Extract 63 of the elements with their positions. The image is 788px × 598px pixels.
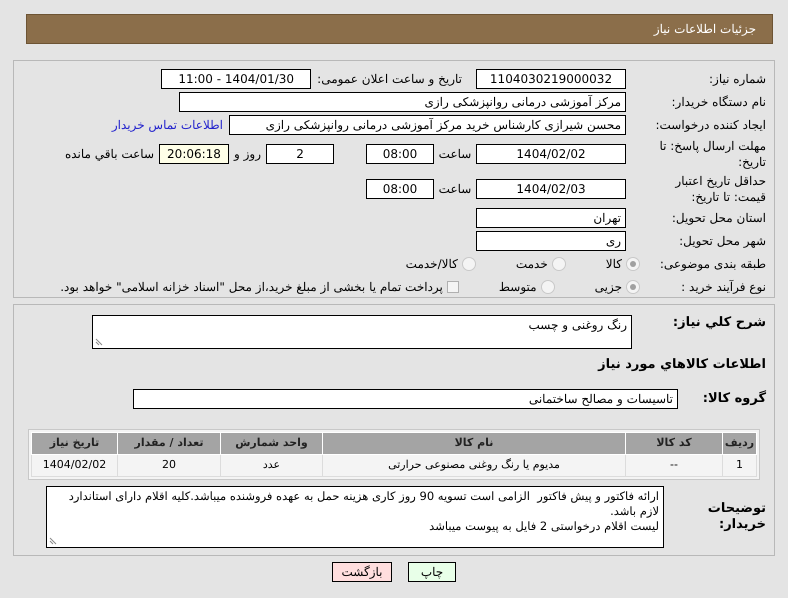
text-field[interactable]: 20:06:18 (159, 144, 229, 164)
text-field[interactable]: 1404/02/03 (476, 179, 626, 199)
text-field[interactable]: تهران (476, 208, 626, 228)
text-field[interactable]: 1104030219000032 (476, 69, 626, 89)
field-label: شرح کلي نیاز: (672, 315, 767, 331)
field-label: تاریخ و ساعت اعلان عمومی: (316, 71, 463, 87)
contact-link[interactable]: اطلاعات تماس خریدار (112, 116, 223, 134)
column-header: ردیف (722, 432, 756, 454)
field-label: شماره نیاز: (708, 71, 767, 87)
text-field[interactable]: ری (476, 231, 626, 251)
table-cell: عدد (220, 454, 322, 476)
text-field[interactable]: مرکز آموزشی درمانی روانپزشکی رازی (179, 92, 626, 112)
radio-button[interactable] (626, 257, 640, 271)
field-label: شهر محل تحویل: (678, 233, 767, 249)
back-button[interactable]: بازگشت (332, 562, 392, 582)
radio-button[interactable] (540, 280, 555, 294)
field-label: مهلت ارسال پاسخ: تا تاریخ: (658, 138, 767, 170)
text-field[interactable]: 2 (266, 144, 334, 164)
radio-label: متوسط (498, 279, 537, 296)
column-header: واحد شمارش (220, 432, 322, 454)
text-field[interactable]: 1404/01/30 - 11:00 (161, 69, 312, 89)
table-cell: -- (626, 454, 722, 476)
section-heading: اطلاعات کالاهاي مورد نیاز (596, 356, 767, 374)
text-field[interactable]: 1404/02/02 (476, 144, 626, 164)
text-field[interactable]: محسن شیرازی کارشناس خرید مرکز آموزشی درمانی روانپزشکی رازی (229, 115, 626, 135)
description-field[interactable]: رنگ روغنی و چسب (92, 315, 632, 349)
time-label: ساعت (438, 146, 472, 163)
time-label: ساعت (438, 181, 472, 198)
field-label: توضیحات خریدار: (706, 500, 767, 532)
notes-field[interactable]: ارائه فاکتور و پیش فاکتور الزامی است تسویه 90 روز کاری هزینه حمل به عهده فروشنده میباشد.کلیه اقلام دارای استاندارد لازم باشد. لیست اقلام درخواستی 2 فایل به پیوست میباشد (46, 486, 664, 548)
column-header: تاریخ نیاز (32, 432, 118, 454)
page-title: جزئیات اطلاعات نیاز (654, 21, 756, 38)
table-cell: 20 (118, 454, 220, 476)
radio-label: کالا (606, 256, 622, 273)
text-field[interactable]: 08:00 (366, 144, 434, 164)
resize-grip-icon (95, 338, 103, 346)
radio-button[interactable] (462, 257, 476, 271)
radio-button[interactable] (626, 280, 640, 294)
days-label: روز و (234, 146, 261, 163)
table-cell: 1 (722, 454, 756, 476)
field-label: حداقل تاریخ اعتبار قیمت: تا تاریخ: (674, 173, 767, 205)
field-label: استان محل تحویل: (670, 210, 767, 226)
text-field[interactable]: تاسیسات و مصالح ساختمانی (133, 388, 678, 408)
column-header: تعداد / مقدار (118, 432, 220, 454)
radio-label: جزیی (594, 279, 622, 296)
resize-grip-icon (49, 536, 57, 544)
radio-label: خدمت (516, 256, 548, 273)
column-header: کد کالا (626, 432, 722, 454)
remaining-label: ساعت باقي مانده (64, 146, 154, 163)
field-label: نوع فرآیند خرید : (680, 279, 767, 295)
radio-label: کالا/خدمت (406, 256, 458, 273)
print-button[interactable]: چاپ (408, 562, 456, 582)
text-field[interactable]: 08:00 (366, 179, 434, 199)
field-label: گروه کالا: (702, 390, 767, 406)
radio-button[interactable] (552, 257, 566, 271)
checkbox-label: پرداخت تمام یا بخشی از مبلغ خرید،از محل "اسناد خزانه اسلامی" خواهد بود. (60, 279, 443, 296)
table-cell: مدیوم یا رنگ روغنی مصنوعی حرارتی (322, 454, 626, 476)
field-label: طبقه بندی موضوعی: (658, 256, 767, 272)
column-header: نام کالا (322, 432, 626, 454)
checkbox[interactable] (446, 281, 459, 293)
field-label: نام دستگاه خریدار: (670, 94, 767, 110)
field-label: ایجاد کننده درخواست: (654, 117, 767, 133)
table-cell: 1404/02/02 (32, 454, 118, 476)
